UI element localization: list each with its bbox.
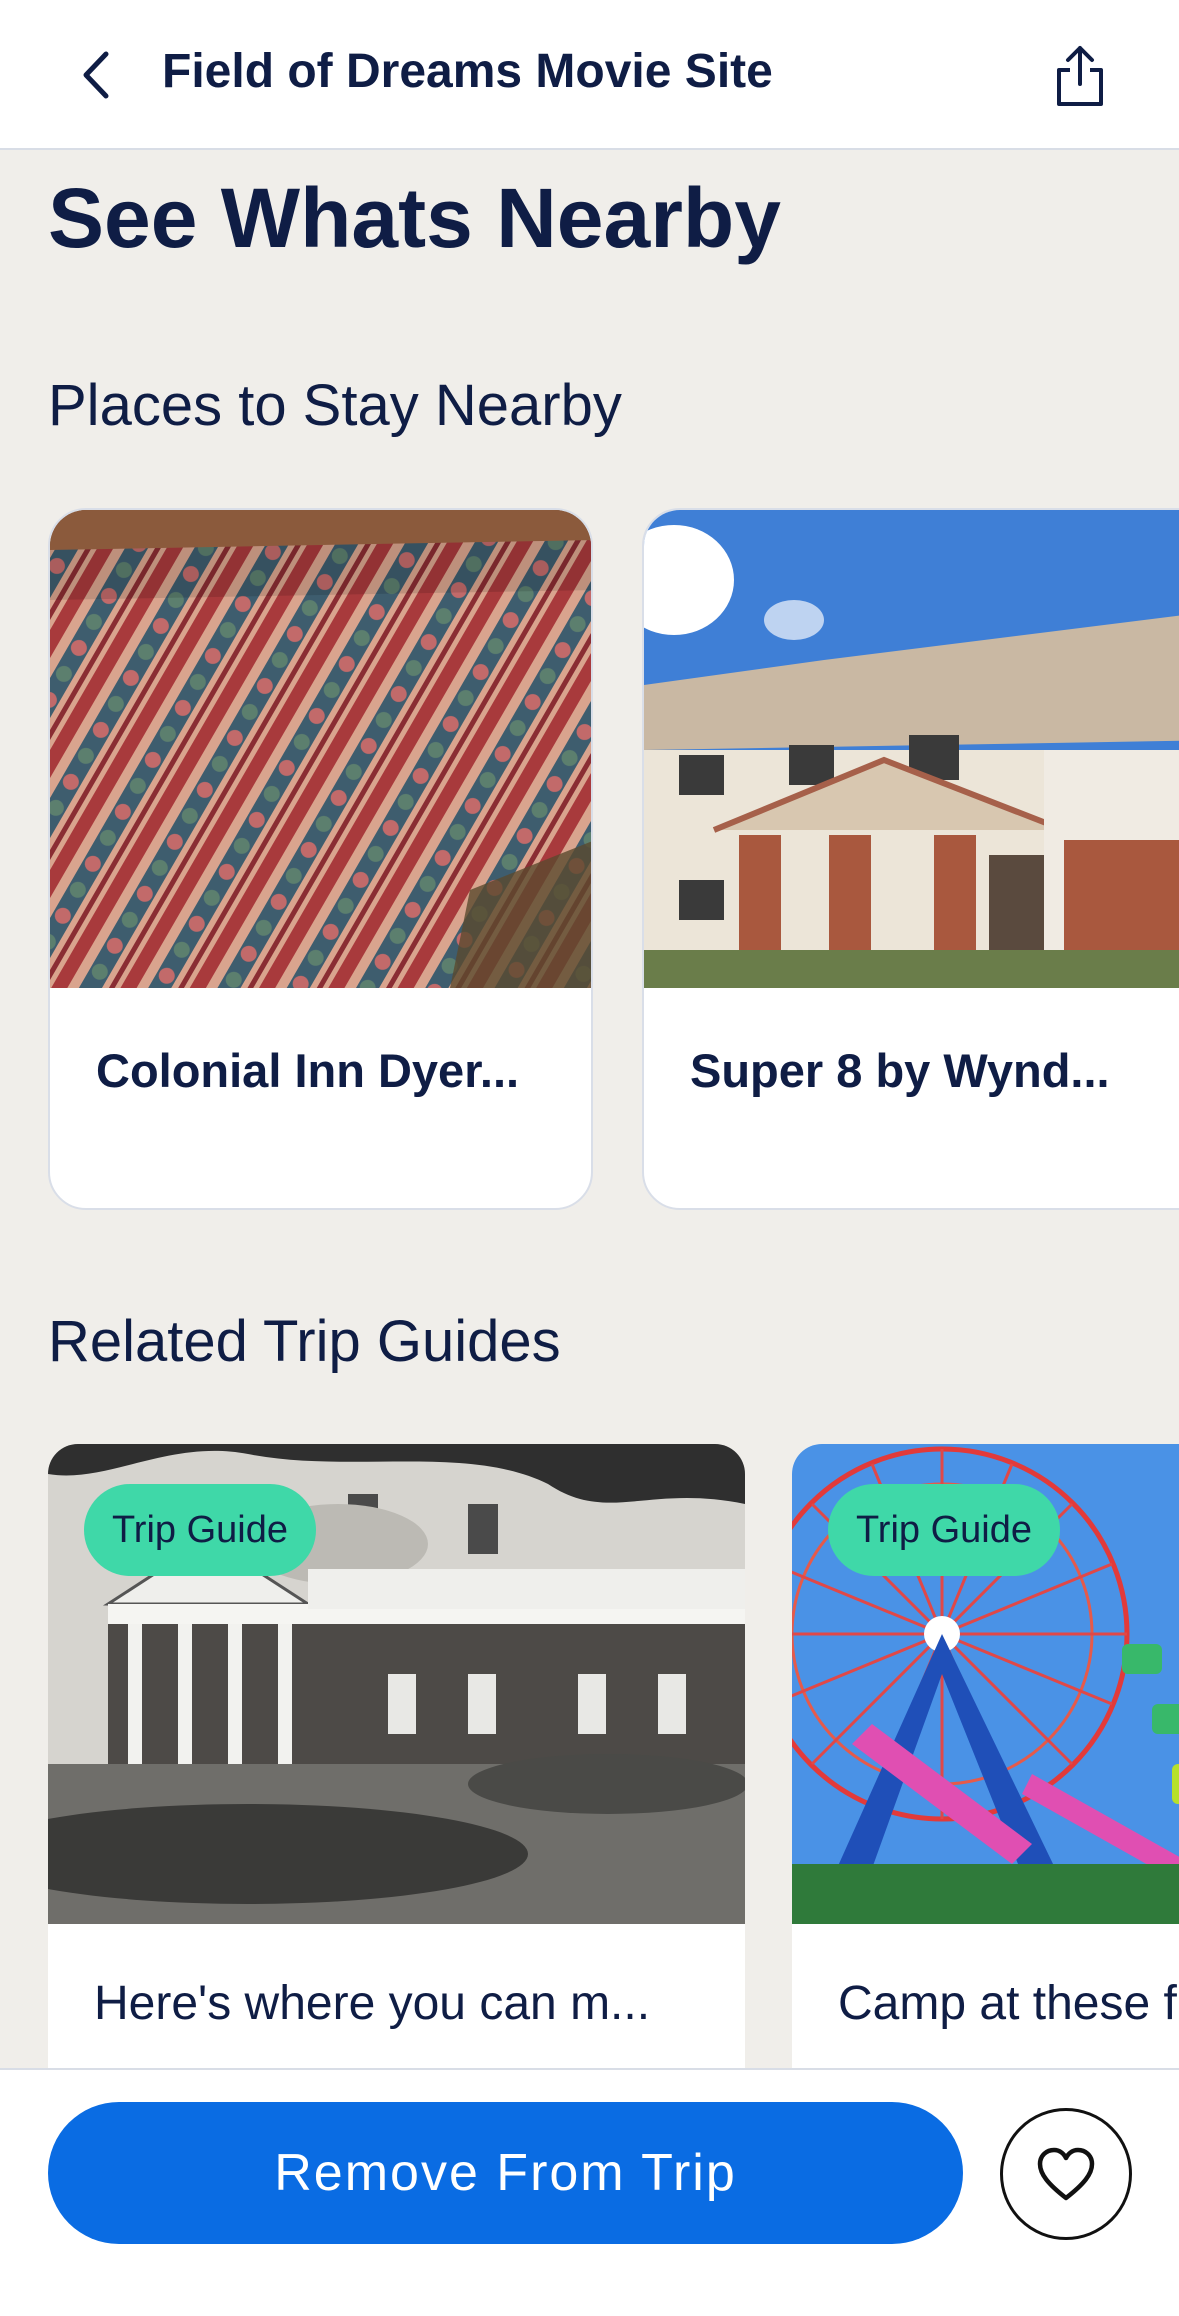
page-title: See Whats Nearby <box>48 171 781 265</box>
bottom-action-bar: Remove From Trip <box>0 2068 1179 2316</box>
stay-card-super-8[interactable]: Super 8 by Wynd... <box>642 508 1179 1210</box>
trip-guide-card[interactable]: Trip Guide Here's where you can m... <box>48 1444 745 2144</box>
related-trip-guides-heading: Related Trip Guides <box>48 1309 561 1374</box>
trip-guide-badge: Trip Guide <box>828 1484 1060 1576</box>
hotel-bed-image <box>50 510 591 988</box>
top-nav-bar: Field of Dreams Movie Site <box>0 0 1179 150</box>
trip-guide-card[interactable]: Trip Guide Camp at these f <box>792 1444 1179 2144</box>
chevron-left-icon <box>83 51 109 99</box>
header-title: Field of Dreams Movie Site <box>162 45 773 98</box>
trip-guide-label: Here's where you can m... <box>94 1977 651 2030</box>
heart-icon <box>1037 2147 1095 2201</box>
back-button[interactable] <box>70 40 120 110</box>
trip-guide-label: Camp at these f <box>838 1977 1177 2030</box>
remove-from-trip-button[interactable]: Remove From Trip <box>48 2102 963 2244</box>
places-to-stay-heading: Places to Stay Nearby <box>48 373 622 438</box>
share-icon <box>1057 46 1103 106</box>
stay-card-label: Colonial Inn Dyer... <box>96 1044 520 1097</box>
stay-card-colonial-inn[interactable]: Colonial Inn Dyer... <box>48 508 593 1210</box>
stay-card-label: Super 8 by Wynd... <box>690 1044 1110 1097</box>
share-button[interactable] <box>1050 40 1110 112</box>
trip-guide-badge: Trip Guide <box>84 1484 316 1576</box>
motel-building-image <box>644 510 1179 988</box>
favorite-button[interactable] <box>1000 2108 1132 2240</box>
